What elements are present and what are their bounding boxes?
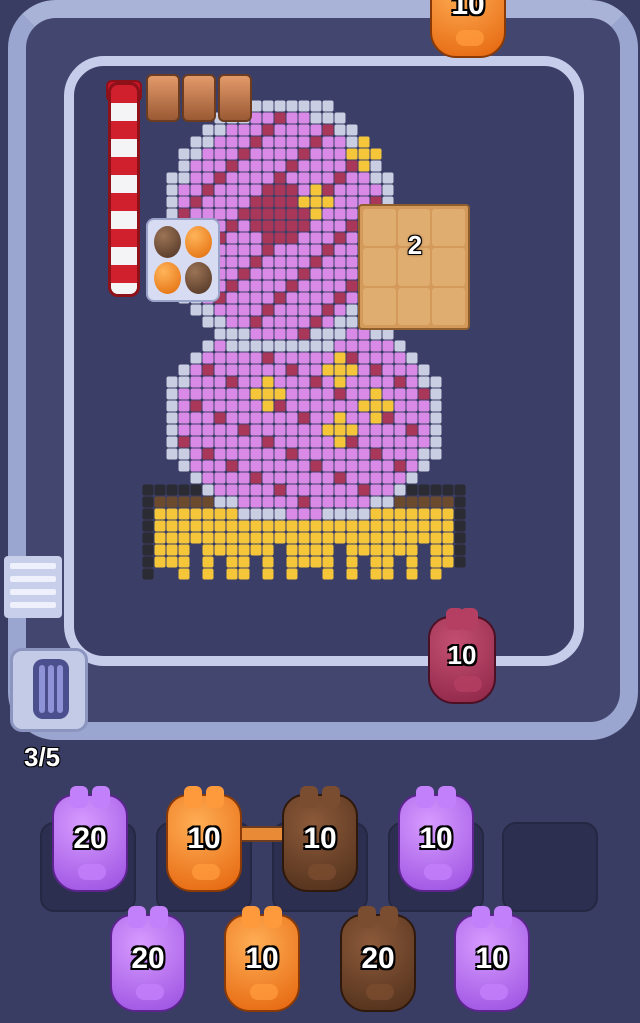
slot-pig-2[interactable]: 10: [166, 786, 242, 892]
empty-pig-slot[interactable]: [502, 822, 598, 912]
crate-row: [146, 74, 252, 122]
track-pig[interactable]: 10: [428, 608, 496, 704]
crate: [182, 74, 216, 122]
dispenser-slot: [33, 659, 69, 719]
pig-count: 10: [187, 822, 221, 855]
crate-cell: [397, 287, 431, 325]
vent-grille: [4, 556, 62, 618]
pig-count: 10: [245, 942, 279, 975]
orange-egg: [185, 226, 212, 258]
crate-block: [358, 204, 470, 330]
slot-pig-1[interactable]: 20: [52, 786, 128, 892]
pig-count: 10: [303, 822, 337, 855]
brown-egg: [154, 226, 181, 258]
pixel-art-board: [130, 76, 480, 636]
pig-count: 20: [131, 942, 165, 975]
pig-count: 10: [475, 942, 509, 975]
crate: [218, 74, 252, 122]
pig-count: 20: [73, 822, 107, 855]
crate-cell: [432, 287, 465, 325]
crate: [146, 74, 180, 122]
slot-pig-3[interactable]: 10: [282, 786, 358, 892]
slot-pig-4[interactable]: 10: [398, 786, 474, 892]
crate-cell: [363, 287, 396, 325]
crate-cell: [432, 209, 465, 247]
queue-pig-4[interactable]: 10: [454, 906, 530, 1012]
crate-cell: [432, 248, 465, 286]
level-progress-counter: 3/5: [24, 742, 61, 772]
brown-egg: [185, 262, 212, 294]
crate-block-count: 2: [407, 230, 423, 260]
pig-count: 10: [447, 640, 477, 670]
orange-egg: [154, 262, 181, 294]
pig-dispenser: [10, 648, 88, 732]
queue-pig-1[interactable]: 20: [110, 906, 186, 1012]
queue-pig-3[interactable]: 20: [340, 906, 416, 1012]
pig-count: 20: [361, 942, 395, 975]
track-pig-top[interactable]: 10: [430, 0, 506, 58]
crate-cell: [363, 209, 396, 247]
crate-cell: [363, 248, 396, 286]
pig-count: 10: [419, 822, 453, 855]
egg-tray: [146, 218, 220, 302]
pig-count: 10: [451, 0, 485, 21]
striped-pole-obstacle: [108, 82, 140, 297]
queue-pig-2[interactable]: 10: [224, 906, 300, 1012]
